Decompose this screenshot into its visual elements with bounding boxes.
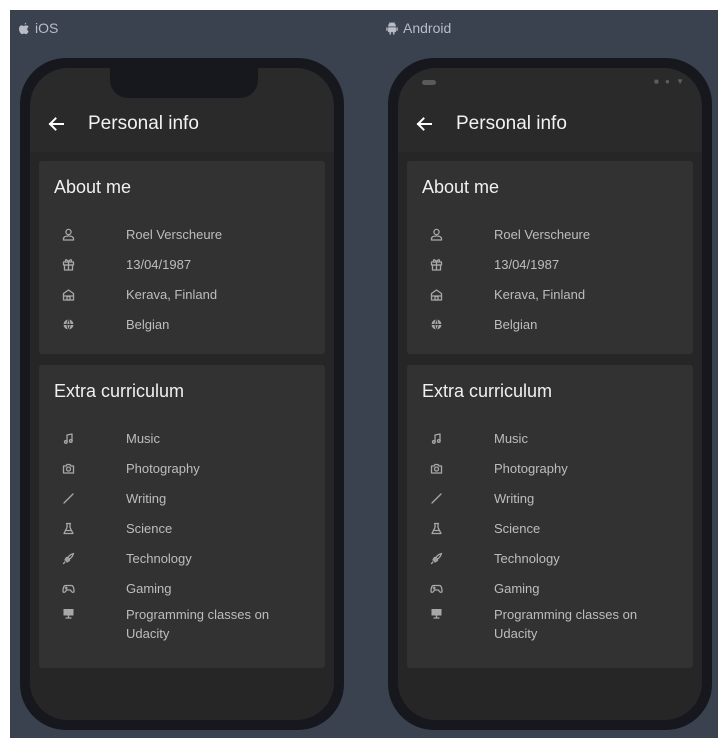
about-item-birthday: 13/04/1987 — [407, 249, 693, 279]
android-label-text: Android — [403, 20, 452, 36]
extra-item-label: Science — [494, 520, 541, 536]
about-item-birthday: 13/04/1987 — [39, 249, 325, 279]
about-item-label: Roel Verscheure — [126, 226, 223, 242]
extra-item-science: Science — [39, 513, 325, 543]
extra-item-gaming: Gaming — [39, 573, 325, 603]
about-item-label: Kerava, Finland — [494, 286, 586, 302]
extra-item-writing: Writing — [407, 483, 693, 513]
ios-platform-label: iOS — [18, 20, 58, 36]
about-item-label: Kerava, Finland — [126, 286, 218, 302]
house-icon — [429, 287, 443, 301]
ios-content: About me Roel Verscheure 13/04/1987 Kera… — [30, 152, 334, 720]
extra-item-music: Music — [407, 423, 693, 453]
globe-icon — [61, 317, 75, 331]
camera-icon — [61, 461, 75, 475]
extra-item-writing: Writing — [39, 483, 325, 513]
about-item-label: 13/04/1987 — [126, 256, 192, 272]
flask-icon — [429, 521, 443, 535]
extra-item-programming: Programming classes on Udacity — [39, 603, 325, 643]
about-item-label: Belgian — [126, 316, 170, 332]
about-item-label: 13/04/1987 — [494, 256, 560, 272]
status-bar-icons: ■ ● ▼ — [653, 77, 686, 86]
android-icon — [386, 21, 398, 35]
apple-icon — [19, 22, 29, 34]
about-me-title: About me — [422, 177, 500, 197]
gift-icon — [61, 257, 75, 271]
about-item-nationality: Belgian — [39, 309, 325, 339]
extra-curriculum-card: Extra curriculum Music Photography Writi… — [39, 365, 325, 668]
rocket-icon — [429, 551, 443, 565]
extra-item-technology: Technology — [407, 543, 693, 573]
music-note-icon — [61, 431, 75, 445]
about-item-location: Kerava, Finland — [407, 279, 693, 309]
monitor-icon — [429, 606, 443, 620]
ios-screen: Personal info About me Roel Verscheure 1… — [30, 68, 334, 720]
extra-item-technology: Technology — [39, 543, 325, 573]
extra-item-label: Programming classes on Udacity — [494, 607, 638, 641]
person-icon — [429, 227, 443, 241]
android-phone-frame: ■ ● ▼ Personal info About me Roel Versch… — [388, 58, 712, 730]
extra-curriculum-card: Extra curriculum Music Photography Writi… — [407, 365, 693, 668]
extra-item-label: Writing — [494, 490, 535, 506]
back-button[interactable] — [30, 96, 82, 152]
pen-icon — [429, 491, 443, 505]
globe-icon — [429, 317, 443, 331]
about-item-nationality: Belgian — [407, 309, 693, 339]
gift-icon — [429, 257, 443, 271]
gamepad-icon — [429, 581, 443, 595]
extra-item-label: Technology — [494, 550, 560, 566]
android-app-bar: Personal info — [398, 96, 702, 152]
extra-item-label: Music — [126, 430, 160, 446]
extra-item-label: Technology — [126, 550, 192, 566]
rocket-icon — [61, 551, 75, 565]
extra-curriculum-title: Extra curriculum — [422, 381, 553, 401]
extra-item-label: Programming classes on Udacity — [126, 607, 270, 641]
android-platform-label: Android — [386, 20, 451, 36]
flask-icon — [61, 521, 75, 535]
page-title: Personal info — [88, 113, 199, 134]
pen-icon — [61, 491, 75, 505]
extra-item-science: Science — [407, 513, 693, 543]
about-item-name: Roel Verscheure — [39, 219, 325, 249]
ios-phone-frame: Personal info About me Roel Verscheure 1… — [20, 58, 344, 730]
camera-icon — [429, 461, 443, 475]
android-screen: ■ ● ▼ Personal info About me Roel Versch… — [398, 68, 702, 720]
arrow-left-icon — [416, 117, 432, 131]
extra-item-label: Science — [126, 520, 173, 536]
extra-item-music: Music — [39, 423, 325, 453]
extra-curriculum-title: Extra curriculum — [54, 381, 185, 401]
about-item-location: Kerava, Finland — [39, 279, 325, 309]
extra-item-gaming: Gaming — [407, 573, 693, 603]
about-me-title: About me — [54, 177, 132, 197]
arrow-left-icon — [48, 117, 64, 131]
about-item-name: Roel Verscheure — [407, 219, 693, 249]
ios-notch — [110, 68, 258, 98]
extra-item-photography: Photography — [39, 453, 325, 483]
gamepad-icon — [61, 581, 75, 595]
music-note-icon — [429, 431, 443, 445]
extra-item-label: Photography — [494, 460, 568, 476]
person-icon — [61, 227, 75, 241]
android-content: About me Roel Verscheure 13/04/1987 Kera… — [398, 152, 702, 720]
about-item-label: Roel Verscheure — [494, 226, 591, 242]
about-item-label: Belgian — [494, 316, 538, 332]
extra-item-label: Gaming — [126, 580, 172, 596]
preview-stage: iOS Android Personal info About me Roel … — [10, 10, 718, 738]
page-title: Personal info — [456, 113, 567, 134]
extra-item-label: Music — [494, 430, 528, 446]
monitor-icon — [61, 606, 75, 620]
about-me-card: About me Roel Verscheure 13/04/1987 Kera… — [39, 161, 325, 354]
extra-item-programming: Programming classes on Udacity — [407, 603, 693, 643]
about-me-card: About me Roel Verscheure 13/04/1987 Kera… — [407, 161, 693, 354]
extra-item-label: Gaming — [494, 580, 540, 596]
status-bar-pill — [422, 80, 436, 85]
ios-label-text: iOS — [35, 20, 59, 36]
house-icon — [61, 287, 75, 301]
extra-item-label: Photography — [126, 460, 200, 476]
extra-item-label: Writing — [126, 490, 167, 506]
ios-app-bar: Personal info — [30, 96, 334, 152]
extra-item-photography: Photography — [407, 453, 693, 483]
back-button[interactable] — [398, 96, 450, 152]
